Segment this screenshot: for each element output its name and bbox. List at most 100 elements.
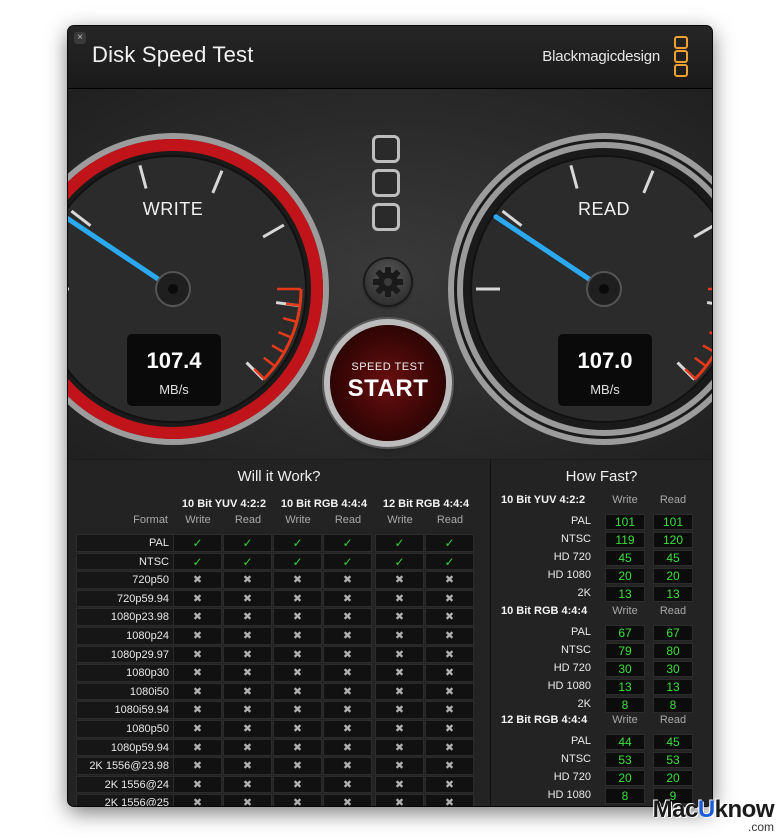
col-header-read: Read	[659, 714, 687, 726]
format-label: 1080p59.94	[76, 738, 173, 757]
format-label: 1080i50	[76, 682, 173, 701]
cross-icon: ✖	[375, 719, 424, 738]
cross-icon: ✖	[375, 571, 424, 589]
resolution-label: HD 1080	[547, 569, 591, 581]
cross-icon: ✖	[223, 701, 272, 719]
cross-icon: ✖	[375, 701, 424, 719]
watermark-text: know	[714, 796, 775, 823]
write-fps-value: 44	[605, 734, 645, 750]
gear-icon	[373, 267, 403, 297]
write-speed-readout: 107.4 MB/s	[126, 333, 222, 407]
cross-icon: ✖	[425, 757, 474, 775]
cross-icon: ✖	[173, 682, 222, 701]
cross-icon: ✖	[223, 738, 272, 757]
cross-icon: ✖	[273, 775, 322, 794]
write-fps-value: 13	[605, 679, 645, 695]
cross-icon: ✖	[375, 682, 424, 701]
read-fps-value: 20	[653, 770, 693, 786]
cross-icon: ✖	[223, 719, 272, 738]
col-header-write: Write	[285, 514, 311, 526]
write-fps-value: 30	[605, 661, 645, 677]
start-button[interactable]: SPEED TEST START	[330, 325, 446, 441]
cross-icon: ✖	[375, 664, 424, 682]
cross-icon: ✖	[425, 719, 474, 738]
close-button[interactable]: ×	[74, 32, 86, 44]
cross-icon: ✖	[223, 626, 272, 645]
resolution-label: HD 1080	[547, 789, 591, 801]
check-icon: ✓	[173, 534, 222, 552]
write-fps-value: 53	[605, 752, 645, 768]
check-icon: ✓	[273, 552, 322, 571]
cross-icon: ✖	[375, 738, 424, 757]
cross-icon: ✖	[173, 608, 222, 626]
resolution-label: PAL	[571, 515, 591, 527]
format-label: 2K 1556@23.98	[76, 757, 173, 775]
drive-indicator-icon	[372, 135, 402, 237]
write-fps-value: 67	[605, 625, 645, 641]
brand-logo-icon	[674, 36, 688, 78]
yuv-group-header: 10 Bit YUV 4:2:2	[181, 498, 267, 510]
read-fps-value: 80	[653, 643, 693, 659]
watermark-text: U	[697, 796, 715, 823]
cross-icon: ✖	[323, 775, 372, 794]
cross-icon: ✖	[375, 794, 424, 806]
cross-icon: ✖	[323, 719, 372, 738]
format-label: 1080i59.94	[76, 701, 173, 719]
cross-icon: ✖	[425, 682, 474, 701]
write-fps-value: 79	[605, 643, 645, 659]
how-fast-title: How Fast?	[565, 468, 638, 485]
cross-icon: ✖	[425, 738, 474, 757]
format-label: 1080p50	[76, 719, 173, 738]
write-fps-value: 20	[605, 568, 645, 584]
write-fps-value: 101	[605, 514, 645, 530]
write-speed-unit: MB/s	[159, 382, 189, 397]
will-it-work-title: Will it Work?	[237, 468, 321, 485]
read-fps-value: 8	[653, 697, 693, 713]
cross-icon: ✖	[323, 682, 372, 701]
macuknow-watermark: MacUknow .com	[652, 796, 775, 834]
format-label: 2K 1556@25	[76, 794, 173, 806]
brand-name: Blackmagicdesign	[542, 48, 660, 65]
col-header-read: Read	[436, 514, 464, 526]
format-label: 1080p30	[76, 664, 173, 682]
format-label: 720p59.94	[76, 589, 173, 608]
cross-icon: ✖	[223, 664, 272, 682]
write-fps-value: 13	[605, 586, 645, 602]
cross-icon: ✖	[273, 738, 322, 757]
col-header-write: Write	[612, 714, 638, 726]
resolution-label: HD 720	[553, 551, 591, 563]
resolution-label: NTSC	[561, 753, 591, 765]
cross-icon: ✖	[173, 738, 222, 757]
resolution-label: NTSC	[561, 533, 591, 545]
cross-icon: ✖	[375, 645, 424, 664]
cross-icon: ✖	[323, 757, 372, 775]
cross-icon: ✖	[173, 664, 222, 682]
cross-icon: ✖	[425, 571, 474, 589]
gauge-hub-center	[168, 284, 178, 294]
check-icon: ✓	[323, 534, 372, 552]
format-label: 1080p23.98	[76, 608, 173, 626]
cross-icon: ✖	[223, 794, 272, 806]
read-fps-value: 13	[653, 679, 693, 695]
settings-button[interactable]	[365, 259, 411, 305]
col-header-write: Write	[612, 605, 638, 617]
cross-icon: ✖	[425, 645, 474, 664]
cross-icon: ✖	[273, 719, 322, 738]
start-button-label: START	[347, 375, 429, 402]
col-header-read: Read	[234, 514, 262, 526]
format-label: NTSC	[76, 552, 173, 571]
write-gauge-label: WRITE	[142, 199, 204, 219]
watermark-text: Mac	[652, 796, 699, 823]
write-fps-value: 8	[605, 697, 645, 713]
read-gauge-label: READ	[577, 199, 630, 219]
cross-icon: ✖	[323, 664, 372, 682]
check-icon: ✓	[323, 552, 372, 571]
gauge-area: WRITE READ 107.4 MB/s 107.0 MB/s SPEED T…	[68, 89, 712, 459]
read-fps-value: 53	[653, 752, 693, 768]
read-fps-value: 67	[653, 625, 693, 641]
format-label: PAL	[76, 534, 173, 552]
cross-icon: ✖	[173, 757, 222, 775]
read-fps-value: 120	[653, 532, 693, 548]
cross-icon: ✖	[223, 757, 272, 775]
resolution-label: 2K	[577, 698, 591, 710]
